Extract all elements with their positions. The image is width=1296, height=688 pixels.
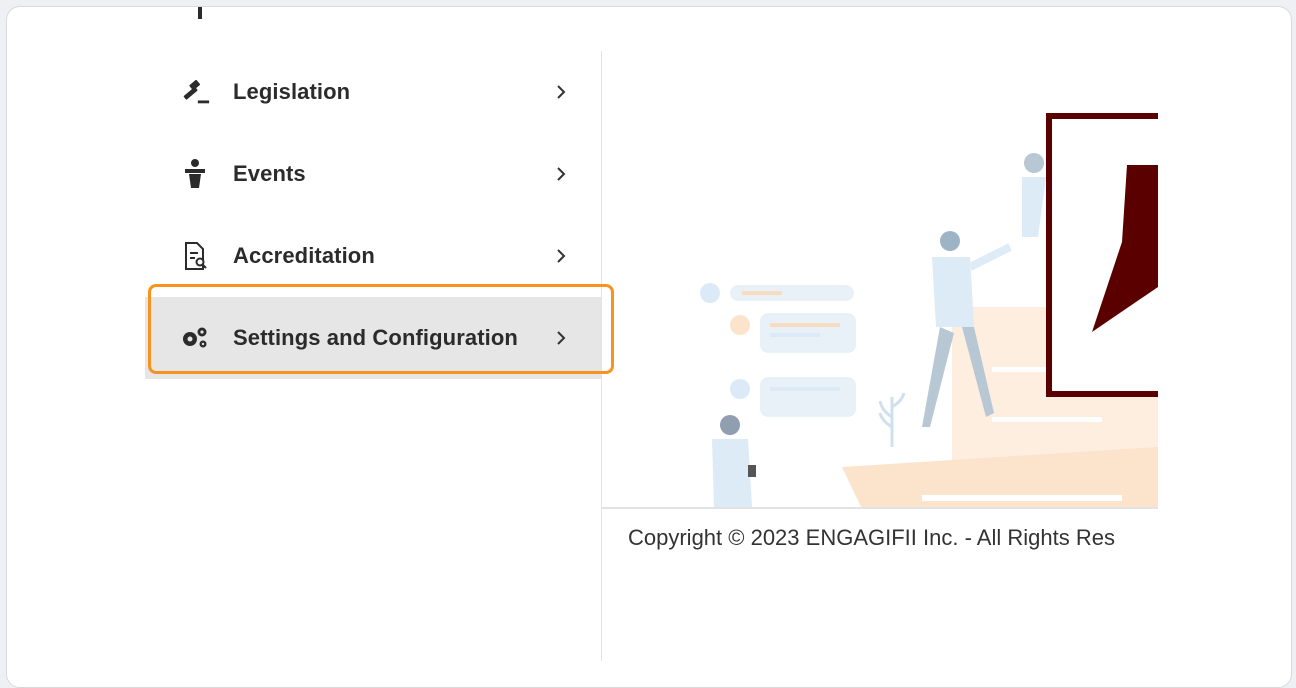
highlight-annotation <box>148 284 614 374</box>
sidebar-item-events[interactable]: Events <box>145 133 601 215</box>
chevron-right-icon <box>555 82 567 102</box>
main-content: Copyright © 2023 ENGAGIFII Inc. - All Ri… <box>602 7 1158 687</box>
chevron-right-icon <box>555 246 567 266</box>
sidebar-item-label: Events <box>233 161 306 186</box>
footer-divider <box>602 507 1158 509</box>
copyright-text: Copyright © 2023 ENGAGIFII Inc. - All Ri… <box>628 525 1115 550</box>
sidebar-item-label: Accreditation <box>233 243 375 268</box>
sidebar-item-legislation[interactable]: Legislation <box>145 51 601 133</box>
sidebar-item-label: Legislation <box>233 79 351 104</box>
document-search-icon <box>179 240 211 272</box>
chevron-right-icon <box>555 164 567 184</box>
gavel-icon <box>179 76 211 108</box>
welcome-illustration <box>700 113 1158 509</box>
podium-speaker-icon <box>179 158 211 190</box>
